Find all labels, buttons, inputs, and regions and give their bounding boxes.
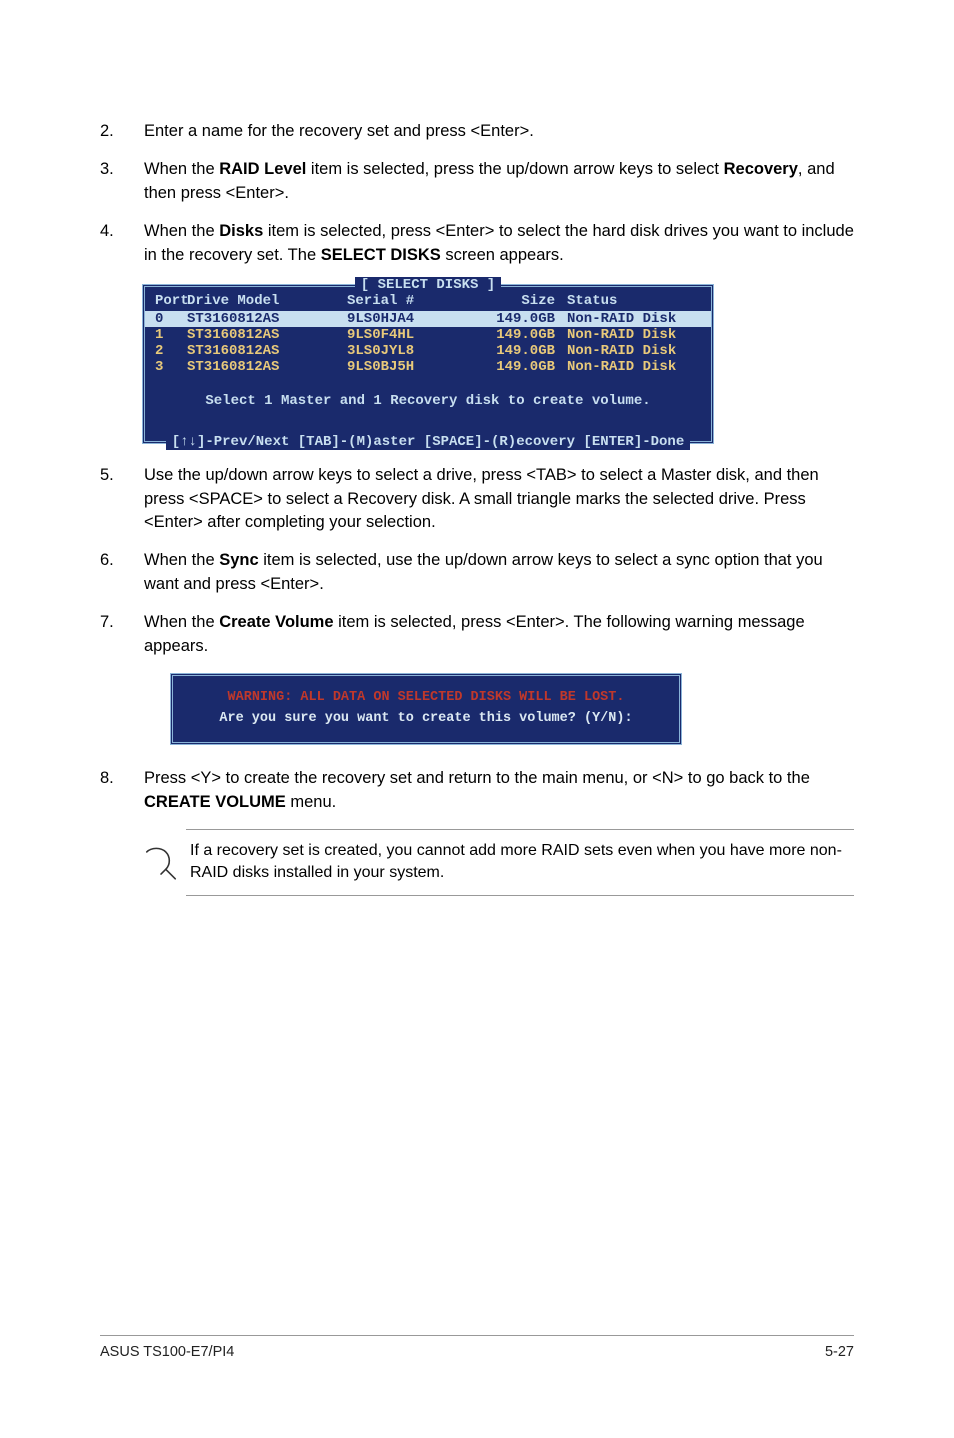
footer-right: 5-27	[825, 1344, 854, 1360]
warning-screenshot: WARNING: ALL DATA ON SELECTED DISKS WILL…	[170, 673, 854, 745]
bios-title: [ SELECT DISKS ]	[355, 277, 501, 293]
step-6-num: 6.	[100, 549, 144, 597]
step-6: 6. When the Sync item is selected, use t…	[100, 549, 854, 597]
step-3-num: 3.	[100, 158, 144, 206]
step-7-num: 7.	[100, 611, 144, 659]
footer-left: ASUS TS100-E7/PI4	[100, 1344, 234, 1360]
step-4: 4. When the Disks item is selected, pres…	[100, 220, 854, 268]
step-7: 7. When the Create Volume item is select…	[100, 611, 854, 659]
step-7-body: When the Create Volume item is selected,…	[144, 611, 854, 659]
step-8: 8. Press <Y> to create the recovery set …	[100, 767, 854, 815]
bios-hint: Select 1 Master and 1 Recovery disk to c…	[145, 375, 711, 425]
bios-header-row: Port Drive Model Serial # Size Status	[145, 291, 711, 311]
step-8-num: 8.	[100, 767, 144, 815]
warning-line2: Are you sure you want to create this vol…	[183, 711, 669, 726]
bios-footer: [↑↓]-Prev/Next [TAB]-(M)aster [SPACE]-(R…	[166, 434, 690, 450]
note-text: If a recovery set is created, you cannot…	[186, 829, 854, 896]
step-5-body: Use the up/down arrow keys to select a d…	[144, 464, 854, 536]
warning-line1: WARNING: ALL DATA ON SELECTED DISKS WILL…	[183, 690, 669, 705]
note-block: If a recovery set is created, you cannot…	[142, 829, 854, 896]
step-6-body: When the Sync item is selected, use the …	[144, 549, 854, 597]
page-footer: ASUS TS100-E7/PI4 5-27	[100, 1335, 854, 1360]
step-2: 2. Enter a name for the recovery set and…	[100, 120, 854, 144]
note-icon	[142, 838, 186, 887]
bios-row: 3 ST3160812AS 9LS0BJ5H 149.0GB Non-RAID …	[145, 359, 711, 375]
step-5-num: 5.	[100, 464, 144, 536]
step-5: 5. Use the up/down arrow keys to select …	[100, 464, 854, 536]
step-2-num: 2.	[100, 120, 144, 144]
step-4-num: 4.	[100, 220, 144, 268]
step-3-body: When the RAID Level item is selected, pr…	[144, 158, 854, 206]
step-8-body: Press <Y> to create the recovery set and…	[144, 767, 854, 815]
step-3: 3. When the RAID Level item is selected,…	[100, 158, 854, 206]
select-disks-screenshot: [ SELECT DISKS ] Port Drive Model Serial…	[142, 284, 854, 444]
step-4-body: When the Disks item is selected, press <…	[144, 220, 854, 268]
bios-row: 2 ST3160812AS 3LS0JYL8 149.0GB Non-RAID …	[145, 343, 711, 359]
step-2-body: Enter a name for the recovery set and pr…	[144, 120, 854, 144]
bios-row: 0 ST3160812AS 9LS0HJA4 149.0GB Non-RAID …	[145, 311, 711, 327]
bios-row: 1 ST3160812AS 9LS0F4HL 149.0GB Non-RAID …	[145, 327, 711, 343]
